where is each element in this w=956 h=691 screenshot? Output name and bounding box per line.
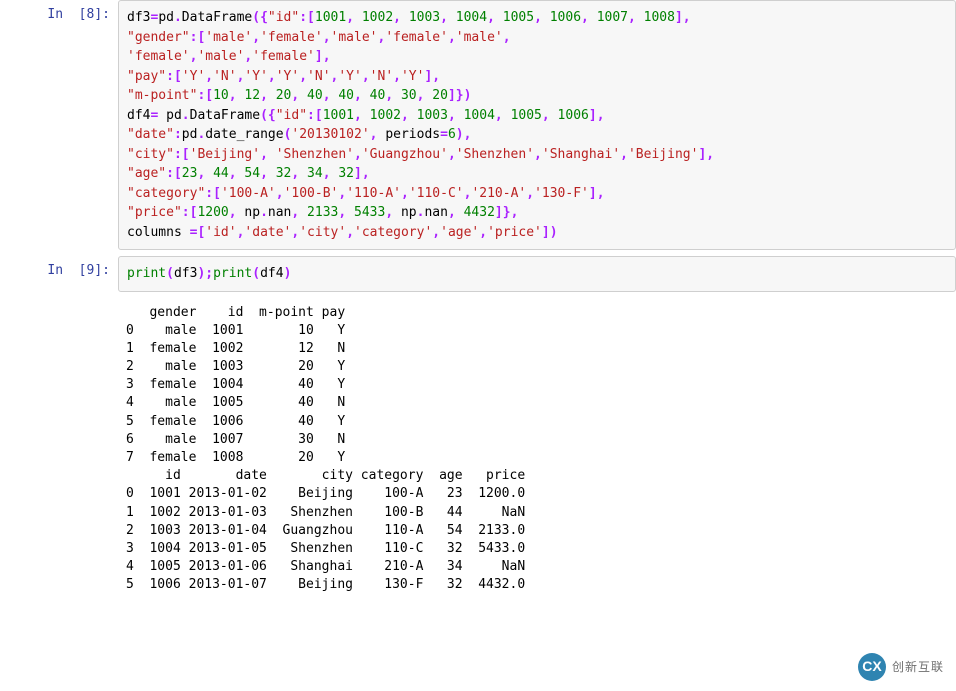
code-cell: In [8]:df3=pd.DataFrame({"id":[1001, 100… bbox=[0, 0, 956, 250]
input-prompt: In [8]: bbox=[0, 0, 118, 250]
watermark: CX 创新互联 bbox=[858, 653, 944, 681]
watermark-label: 创新互联 bbox=[892, 659, 944, 676]
code-output: gender id m-point pay 0 male 1001 10 Y 1… bbox=[118, 298, 956, 595]
code-input[interactable]: print(df3);print(df4) bbox=[118, 256, 956, 292]
input-prompt: In [9]: bbox=[0, 256, 118, 292]
code-input[interactable]: df3=pd.DataFrame({"id":[1001, 1002, 1003… bbox=[118, 0, 956, 250]
watermark-icon: CX bbox=[858, 653, 886, 681]
code-cell: In [9]:print(df3);print(df4) bbox=[0, 256, 956, 292]
output-cell: gender id m-point pay 0 male 1001 10 Y 1… bbox=[0, 298, 956, 595]
output-prompt bbox=[0, 298, 118, 595]
